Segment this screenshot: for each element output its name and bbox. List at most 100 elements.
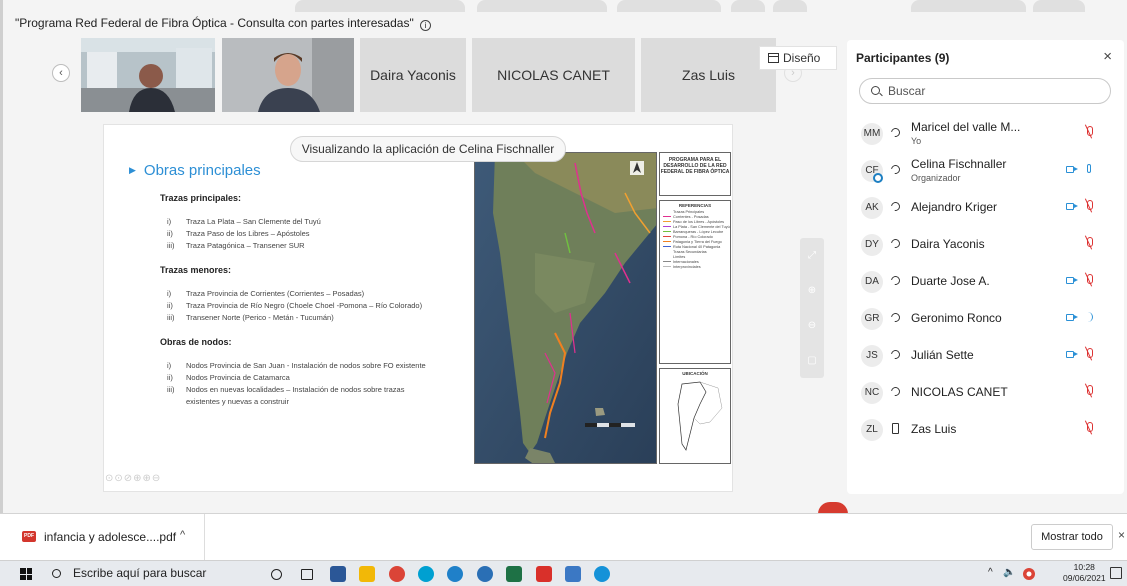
excel-icon[interactable] (506, 566, 522, 582)
zoom-out-icon[interactable]: ⊖ (800, 308, 824, 343)
avatar-initials: DA (865, 276, 879, 287)
camera-icon (1066, 314, 1078, 321)
participant-tile-zas[interactable]: Zas Luis (641, 38, 776, 112)
download-bar: PDF infancia y adolesce....pdf ^ Mostrar… (0, 513, 1127, 560)
slide-heading: ▶ Obras principales (129, 162, 261, 179)
system-clock[interactable]: 10:28 09/06/2021 (1063, 562, 1106, 584)
mic-icon[interactable] (1087, 164, 1091, 173)
legend-swatch (663, 210, 671, 212)
map-image (475, 153, 656, 463)
muted-mic-icon[interactable] (1085, 199, 1093, 213)
chat-control[interactable] (1033, 0, 1085, 12)
download-item[interactable]: PDF infancia y adolesce....pdf ^ (0, 514, 205, 560)
show-all-button[interactable]: Mostrar todo (1031, 524, 1113, 550)
clock-time: 10:28 (1073, 562, 1095, 572)
muted-mic-icon[interactable] (1085, 273, 1093, 287)
participant-name: Julián Sette (911, 348, 974, 362)
avatar: ZL (861, 419, 883, 441)
muted-mic-icon[interactable] (1085, 236, 1093, 250)
muted-mic-icon[interactable] (1085, 384, 1093, 398)
chevron-up-icon[interactable]: ^ (180, 529, 185, 541)
search-input[interactable] (888, 82, 1098, 100)
participant-name: NICOLAS CANET (911, 385, 1008, 399)
close-downloads-icon[interactable]: × (1118, 528, 1125, 542)
windows-start-icon[interactable] (20, 568, 32, 580)
muted-mic-icon[interactable] (1085, 421, 1093, 435)
list-text: Traza Provincia de Río Negro (Choele Cho… (186, 301, 423, 310)
video-tile-1[interactable] (81, 38, 215, 112)
muted-mic-icon[interactable] (1085, 125, 1093, 139)
camera-icon (1066, 351, 1078, 358)
participant-role: Yo (911, 136, 922, 146)
participant-name: Geronimo Ronco (911, 311, 1002, 325)
meeting-title-text: "Programa Red Federal de Fibra Óptica - … (15, 16, 414, 30)
edge-icon[interactable] (447, 566, 463, 582)
chrome-icon[interactable] (389, 566, 405, 582)
legend-label: Paso de los Libres - Apóstoles (673, 220, 725, 224)
computer-audio-icon (889, 385, 902, 398)
video-tile-2[interactable] (222, 38, 354, 112)
legend-entry: Interprovinciales (660, 265, 730, 270)
slide-toolbar[interactable]: ⊙⊙⊘⊕⊕⊖ (105, 473, 161, 484)
firefox-icon[interactable] (477, 566, 493, 582)
participant-row[interactable]: NC NICOLAS CANET (847, 374, 1124, 410)
video-control[interactable] (477, 0, 607, 12)
legend-swatch (663, 215, 671, 217)
photos-icon[interactable] (565, 566, 581, 582)
legend-label: Trazas Principales (673, 210, 705, 214)
participant-row[interactable]: DY Daira Yaconis (847, 226, 1124, 262)
close-icon[interactable]: × (1103, 48, 1112, 65)
participant-name: Zas Luis (911, 422, 957, 436)
cortana-circle-icon[interactable] (594, 566, 610, 582)
participant-row[interactable]: MM Maricel del valle M... Yo (847, 115, 1124, 151)
participants-control[interactable] (911, 0, 1026, 12)
speaking-mic-icon[interactable] (1088, 312, 1093, 322)
participant-row[interactable]: ZL Zas Luis (847, 411, 1124, 447)
mute-control[interactable] (295, 0, 465, 12)
chrome-tray-icon[interactable] (1022, 567, 1038, 581)
participant-row[interactable]: AK Alejandro Kriger (847, 189, 1124, 225)
cortana-icon[interactable] (271, 569, 282, 580)
participant-row[interactable]: JS Julián Sette (847, 337, 1124, 373)
zoom-in-icon[interactable]: ⊕ (800, 273, 824, 308)
muted-mic-icon[interactable] (1085, 347, 1093, 361)
info-icon[interactable]: i (420, 20, 432, 31)
list-text: Traza Paso de los Libres – Apóstoles (186, 229, 310, 238)
volume-icon[interactable]: 🔈 (1003, 567, 1015, 578)
participant-row[interactable]: CF Celina Fischnaller Organizador (847, 152, 1124, 188)
location-minimap (677, 381, 723, 451)
notifications-icon[interactable] (1110, 567, 1122, 579)
word-icon[interactable] (330, 566, 346, 582)
camera-icon (1066, 277, 1078, 284)
strip-left-arrow-icon[interactable]: ‹ (52, 64, 70, 82)
list-item: existentes y nuevas a construir (167, 397, 289, 406)
list-text: Nodos en nuevas localidades – Instalació… (186, 385, 405, 394)
participant-row[interactable]: DA Duarte Jose A. (847, 263, 1124, 299)
camera-icon (1066, 203, 1078, 210)
fullscreen-icon[interactable]: ▢ (800, 343, 824, 378)
file-explorer-icon[interactable] (359, 566, 375, 582)
participant-tile-nicolas[interactable]: NICOLAS CANET (472, 38, 635, 112)
list-number: iii) (167, 241, 175, 250)
layout-button[interactable]: Diseño (759, 46, 837, 70)
taskbar-search[interactable]: Escribe aquí para buscar (52, 566, 206, 580)
legend-swatch (663, 240, 671, 242)
share-control[interactable] (617, 0, 721, 12)
tray-chevron-icon[interactable]: ^ (988, 567, 993, 578)
task-view-icon[interactable] (301, 569, 313, 580)
webex-icon[interactable] (418, 566, 434, 582)
participant-search[interactable] (859, 78, 1111, 104)
more-control[interactable] (773, 0, 807, 12)
tile-name: Daira Yaconis (370, 67, 456, 83)
search-icon (52, 569, 61, 578)
participant-row[interactable]: GR Geronimo Ronco (847, 300, 1124, 336)
computer-audio-icon (889, 274, 902, 287)
fit-icon[interactable]: ⤢ (800, 238, 824, 273)
acrobat-icon[interactable] (536, 566, 552, 582)
participant-tile-daira[interactable]: Daira Yaconis (360, 38, 466, 112)
layout-label: Diseño (783, 51, 821, 65)
section-title: Trazas menores: (160, 265, 232, 275)
list-item: i) Nodos Provincia de San Juan - Instalac… (167, 361, 426, 370)
layout-icon (768, 53, 779, 63)
record-control[interactable] (731, 0, 765, 12)
